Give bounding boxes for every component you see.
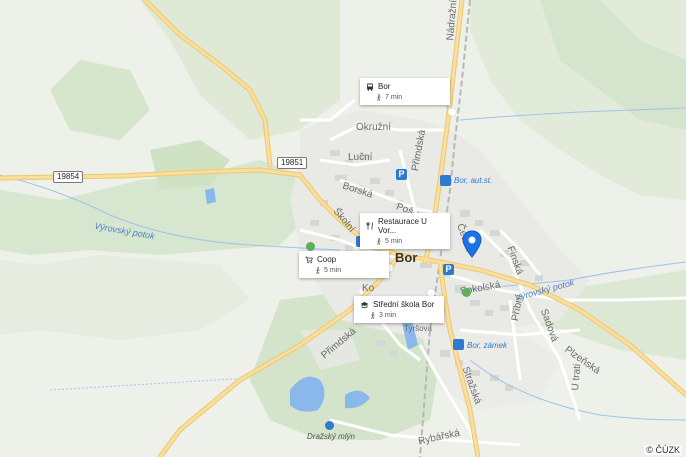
poi-card-school[interactable]: Střední škola Bor 3 min: [354, 296, 444, 323]
poi-card-coop[interactable]: Coop 5 min: [299, 251, 389, 278]
road-number-badge: 19854: [53, 171, 84, 183]
camera-icon[interactable]: [325, 421, 334, 430]
park-icon[interactable]: [462, 288, 471, 297]
poi-card-restaurant[interactable]: Restaurace U Vor... 5 min: [360, 213, 450, 249]
cart-icon: [305, 256, 313, 263]
map-view[interactable]: Nádražní Okružní Luční Borská Školní Při…: [0, 0, 686, 457]
park-icon[interactable]: [306, 242, 315, 251]
bus-icon: [367, 83, 373, 91]
parking-icon[interactable]: P: [443, 264, 454, 275]
poi-distance: 5 min: [324, 267, 342, 274]
location-pin-icon[interactable]: [462, 230, 482, 258]
place-label-drazsky-mlyn: Dražský mlýn: [307, 432, 356, 441]
poi-distance: 5 min: [385, 238, 403, 245]
road-number-badge: 19851: [277, 157, 308, 169]
town-label: Bor: [395, 250, 418, 265]
walking-icon: [377, 238, 381, 245]
poi-title: Coop: [317, 255, 337, 264]
bus-stop-icon[interactable]: [440, 175, 451, 186]
bus-stop-label: Bor, aut.st.: [454, 176, 493, 185]
poi-distance: 3 min: [379, 312, 397, 319]
bus-stop-label: Bor, zámek: [467, 341, 508, 350]
poi-distance: 7 min: [385, 94, 403, 101]
walking-icon: [377, 94, 381, 101]
bus-stop-icon[interactable]: [453, 339, 464, 350]
street-label-tyrsova: Tyršova: [404, 324, 433, 333]
graduation-cap-icon: [360, 301, 369, 308]
direction-marker-icon: [448, 108, 456, 116]
poi-title: Bor: [378, 82, 391, 91]
poi-title: Restaurace U Vor...: [378, 217, 427, 235]
map-copyright: © ČÚZK: [644, 445, 682, 455]
fork-knife-icon: [366, 222, 373, 230]
poi-card-bus[interactable]: Bor 7 min: [360, 78, 450, 105]
walking-icon: [371, 312, 375, 319]
street-label-lucni: Luční: [348, 152, 373, 163]
street-label-u-trati: U trati: [570, 363, 584, 391]
street-label-ko: Ko: [362, 283, 375, 294]
poi-title: Střední škola Bor: [373, 300, 435, 309]
parking-icon[interactable]: P: [396, 169, 407, 180]
walking-icon: [316, 267, 320, 274]
street-label-okruzni: Okružní: [356, 122, 392, 133]
